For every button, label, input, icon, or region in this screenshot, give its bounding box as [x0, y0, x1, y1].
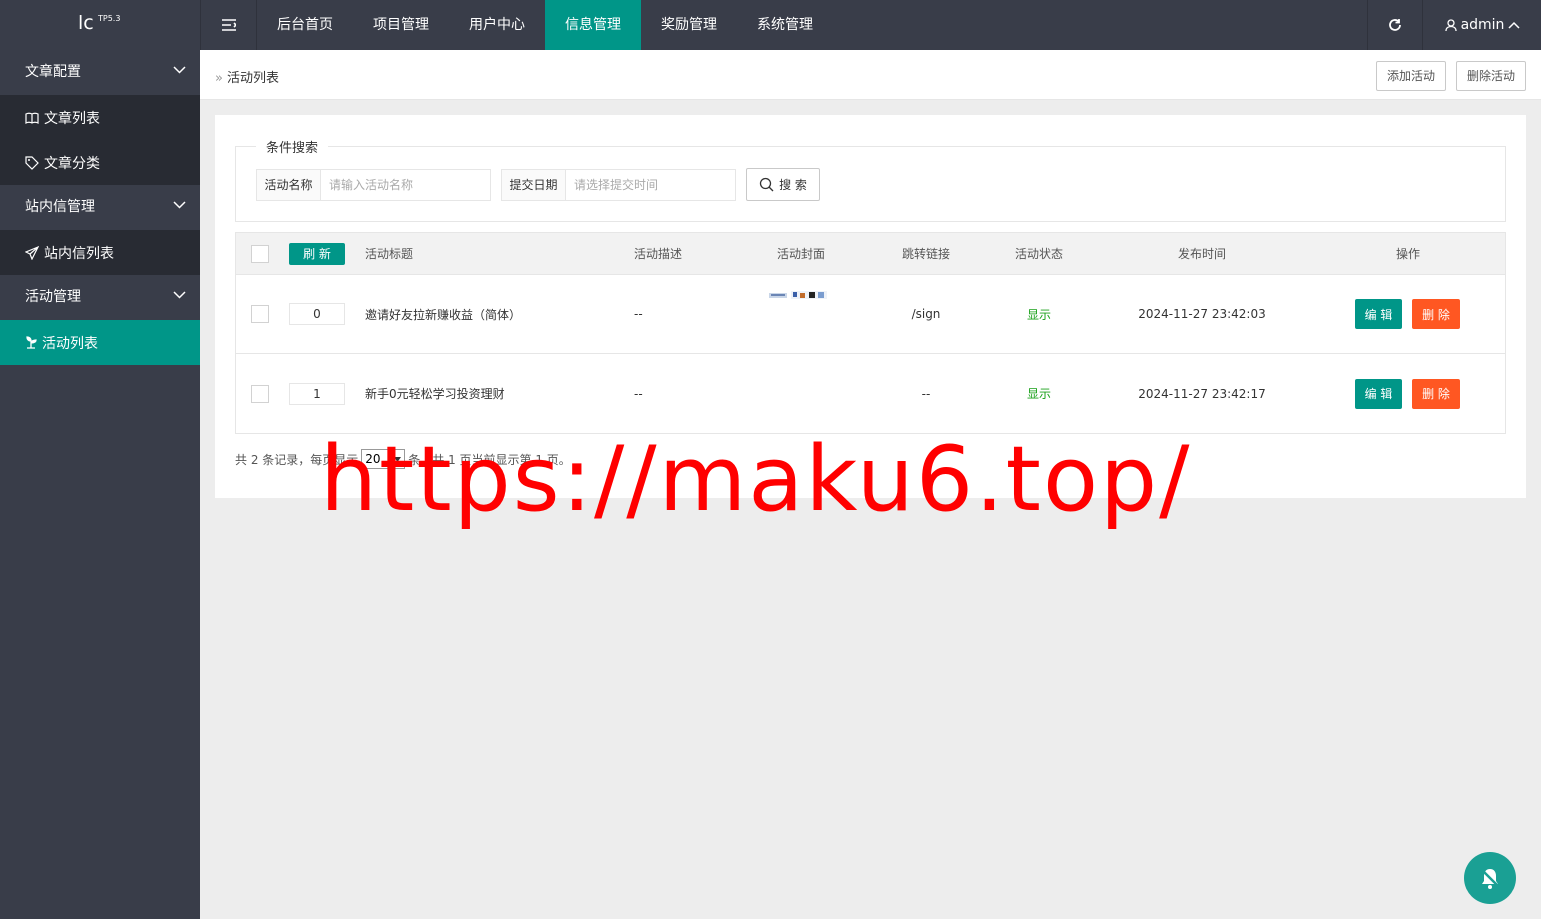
sort-cell: 1 — [289, 354, 345, 433]
sort-input[interactable]: 0 — [289, 303, 345, 325]
row-link: -- — [921, 386, 931, 401]
table-row: 0 邀请好友拉新赚收益（简体） -- /sign 显示 2024-11-27 2… — [236, 275, 1505, 354]
row-status: 显示 — [1026, 307, 1051, 322]
edit-cell: 编 辑 — [1355, 354, 1402, 433]
header-cover: 活动封面 — [776, 247, 825, 261]
notification-bell-icon[interactable] — [1464, 852, 1516, 904]
sort-cell: 0 — [289, 275, 345, 353]
row-checkbox[interactable] — [251, 384, 269, 403]
row-desc: -- — [634, 307, 643, 321]
add-activity-button[interactable]: 添加活动 — [1376, 61, 1447, 91]
sidebar-item-activity-list[interactable]: 活动列表 — [0, 320, 200, 365]
chevron-down-icon — [173, 291, 186, 299]
row-title: 新手0元轻松学习投资理财 — [365, 387, 505, 401]
submit-date-label: 提交日期 — [502, 170, 566, 200]
table-header: 刷 新 活动标题 活动描述 活动封面 跳转链接 活动状态 发布时间 操作 — [236, 233, 1505, 275]
refresh-icon[interactable] — [1367, 0, 1423, 50]
row-title: 邀请好友拉新赚收益（简体） — [365, 307, 522, 322]
submit-date-input[interactable] — [566, 170, 734, 200]
sidebar-group-articles[interactable]: 文章配置 — [0, 50, 200, 95]
nav-users[interactable]: 用户中心 — [449, 0, 545, 50]
submit-date-field: 提交日期 — [501, 169, 736, 201]
sidebar-group-messages[interactable]: 站内信管理 — [0, 185, 200, 230]
sidebar-item-article-category[interactable]: 文章分类 — [0, 140, 200, 185]
nav-system[interactable]: 系统管理 — [737, 0, 833, 50]
sidebar-item-label: 站内信列表 — [44, 245, 114, 262]
refresh-button[interactable]: 刷 新 — [289, 242, 345, 265]
edit-button[interactable]: 编 辑 — [1355, 299, 1402, 329]
nav-rewards[interactable]: 奖励管理 — [641, 0, 737, 50]
logo-text: lc — [78, 12, 94, 34]
chevron-up-icon — [1508, 21, 1520, 29]
row-checkbox-cell — [251, 354, 269, 433]
row-time: 2024-11-27 23:42:03 — [1138, 307, 1266, 321]
activity-name-input[interactable] — [321, 170, 489, 200]
sidebar-item-message-list[interactable]: 站内信列表 — [0, 230, 200, 275]
activity-name-label: 活动名称 — [257, 170, 321, 200]
row-checkbox[interactable] — [251, 305, 269, 323]
sort-input[interactable]: 1 — [289, 382, 345, 405]
row-desc: -- — [634, 386, 643, 401]
breadcrumb: » 活动列表 — [215, 67, 279, 86]
double-chevron-icon: » — [215, 71, 223, 86]
breadcrumb-bar: » 活动列表 添加活动 删除活动 — [200, 50, 1541, 100]
breadcrumb-current[interactable]: 活动列表 — [227, 71, 279, 86]
book-icon — [25, 112, 39, 124]
sidebar-group-label: 文章配置 — [25, 64, 81, 80]
edit-cell: 编 辑 — [1355, 275, 1402, 353]
sidebar-item-label: 文章分类 — [44, 155, 100, 172]
header-status: 活动状态 — [1014, 247, 1063, 261]
sidebar-item-label: 文章列表 — [44, 110, 100, 127]
user-menu[interactable]: admin — [1424, 0, 1541, 50]
chevron-down-icon — [173, 201, 186, 209]
nav-info[interactable]: 信息管理 — [545, 0, 641, 50]
top-nav: 后台首页 项目管理 用户中心 信息管理 奖励管理 系统管理 — [257, 0, 833, 50]
menu-toggle-icon[interactable] — [200, 0, 257, 50]
send-icon — [25, 245, 39, 260]
table-row: 1 新手0元轻松学习投资理财 -- -- 显示 2024-11-27 23:42… — [236, 354, 1505, 433]
delete-activity-button[interactable]: 删除活动 — [1456, 61, 1527, 91]
delete-cell: 删 除 — [1412, 275, 1460, 353]
row-status: 显示 — [1026, 387, 1051, 401]
search-icon — [759, 177, 774, 192]
delete-cell: 删 除 — [1412, 354, 1460, 433]
activity-table: 刷 新 活动标题 活动描述 活动封面 跳转链接 活动状态 发布时间 操作 0 邀… — [235, 232, 1506, 434]
row-time: 2024-11-27 23:42:17 — [1138, 386, 1266, 401]
flower-icon — [26, 336, 37, 349]
row-link: /sign — [911, 307, 941, 321]
header-desc: 活动描述 — [634, 247, 683, 261]
tag-icon — [25, 155, 39, 170]
cover-thumbnail[interactable] — [769, 289, 829, 301]
top-navbar: lc TP5.3 后台首页 项目管理 用户中心 信息管理 奖励管理 系统管理 a… — [0, 0, 1541, 50]
search-legend: 条件搜索 — [266, 141, 319, 156]
row-checkbox-cell — [251, 275, 269, 353]
sidebar-group-label: 站内信管理 — [25, 199, 95, 215]
select-all-checkbox[interactable] — [251, 244, 269, 263]
refresh-cell: 刷 新 — [289, 233, 345, 274]
header-ops: 操作 — [1395, 247, 1420, 261]
delete-button[interactable]: 删 除 — [1412, 378, 1460, 409]
delete-button[interactable]: 删 除 — [1412, 299, 1460, 329]
watermark-text: https://maku6.top/ — [320, 427, 1192, 532]
username: admin — [1460, 17, 1505, 33]
header-title: 活动标题 — [365, 247, 414, 261]
sidebar-item-label: 活动列表 — [42, 335, 98, 352]
chevron-down-icon — [173, 66, 186, 74]
logo[interactable]: lc TP5.3 — [0, 0, 200, 50]
header-link: 跳转链接 — [901, 247, 950, 261]
sidebar-group-label: 活动管理 — [25, 289, 81, 305]
search-button[interactable]: 搜 索 — [746, 168, 820, 201]
logo-version: TP5.3 — [98, 14, 121, 23]
activity-name-field: 活动名称 — [256, 169, 491, 201]
edit-button[interactable]: 编 辑 — [1355, 378, 1402, 409]
sidebar-group-activities[interactable]: 活动管理 — [0, 275, 200, 320]
search-button-label: 搜 索 — [779, 178, 807, 192]
nav-projects[interactable]: 项目管理 — [353, 0, 449, 50]
select-all-cell — [251, 233, 269, 274]
sidebar-item-article-list[interactable]: 文章列表 — [0, 95, 200, 140]
sidebar: 文章配置 文章列表 文章分类 站内信管理 站内信列表 活动管理 活动列表 — [0, 50, 200, 919]
header-time: 发布时间 — [1177, 247, 1226, 261]
nav-home[interactable]: 后台首页 — [257, 0, 353, 50]
user-icon — [1444, 18, 1457, 31]
